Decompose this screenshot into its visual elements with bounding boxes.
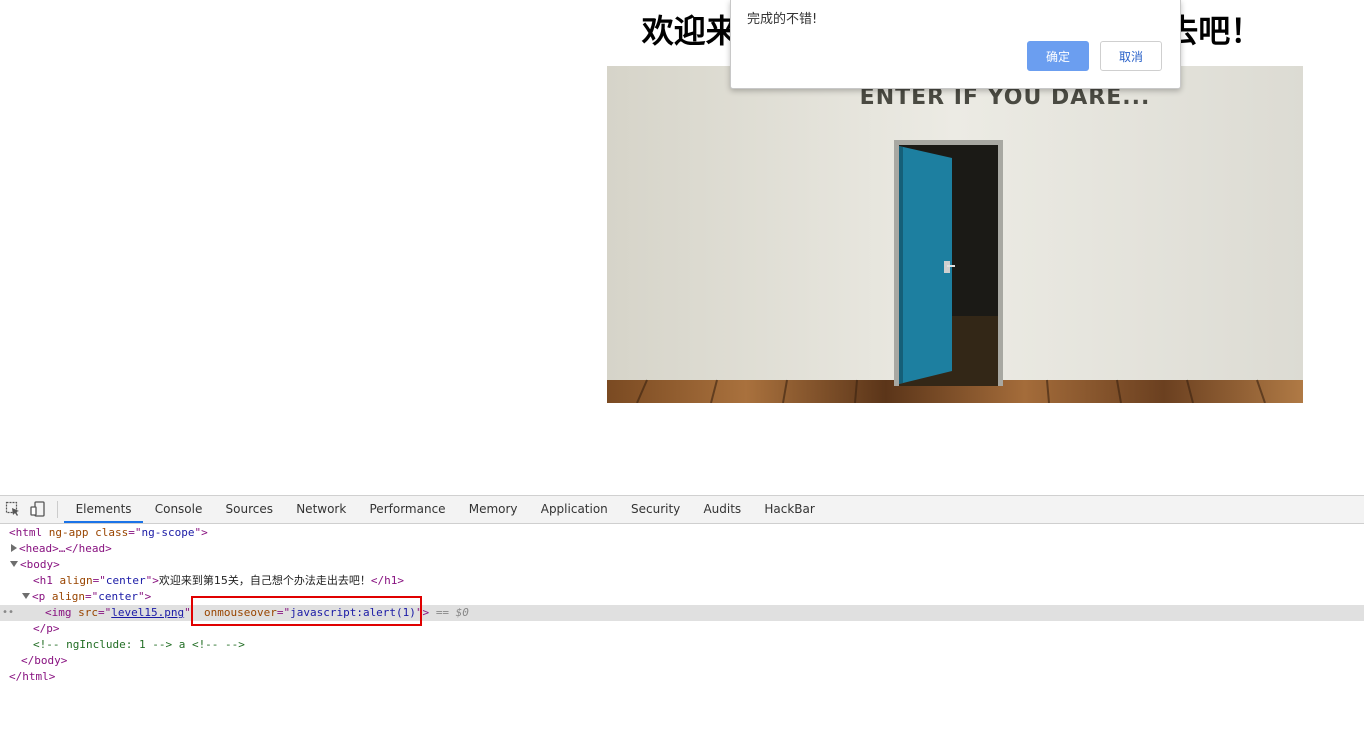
- collapse-arrow-icon[interactable]: [22, 593, 30, 599]
- html-close: </html>: [9, 670, 56, 683]
- ok-button[interactable]: 确定: [1027, 41, 1089, 71]
- p-attr: align: [51, 590, 85, 603]
- tab-performance[interactable]: Performance: [358, 496, 457, 523]
- tab-hackbar[interactable]: HackBar: [753, 496, 827, 523]
- devtools-tabs: Elements Console Sources Network Perform…: [64, 496, 826, 523]
- h1-close: </h1>: [370, 574, 404, 587]
- p-close: </p>: [33, 622, 60, 635]
- tab-console[interactable]: Console: [143, 496, 214, 523]
- tab-audits[interactable]: Audits: [692, 496, 753, 523]
- html-tag: html: [15, 526, 43, 539]
- dom-line-body-close[interactable]: </body>: [0, 653, 1364, 669]
- tab-application[interactable]: Application: [529, 496, 619, 523]
- html-class-value: ng-scope: [141, 526, 195, 539]
- device-toolbar-icon[interactable]: [30, 501, 46, 517]
- more-options-icon[interactable]: ••: [2, 605, 14, 621]
- toolbar-divider: [57, 501, 58, 518]
- level-image[interactable]: ENTER IF YOU DARE...: [607, 66, 1303, 403]
- html-class-attr: class: [95, 526, 129, 539]
- tab-security[interactable]: Security: [619, 496, 691, 523]
- dom-line-comment[interactable]: <!-- ngInclude: 1 --> a <!-- -->: [0, 637, 1364, 653]
- ng-include-comment: <!-- ngInclude: 1 --> a <!-- -->: [33, 638, 245, 651]
- collapse-arrow-icon[interactable]: [10, 561, 18, 567]
- body-node: <body>: [20, 558, 60, 571]
- door-scene-illustration: ENTER IF YOU DARE...: [607, 66, 1303, 403]
- body-close: </body>: [21, 654, 68, 667]
- h1-attr: align: [59, 574, 93, 587]
- img-src-link[interactable]: level15.png: [111, 606, 184, 619]
- tab-elements[interactable]: Elements: [64, 496, 144, 523]
- alert-message: 完成的不错!: [747, 12, 818, 27]
- cancel-button[interactable]: 取消: [1100, 41, 1162, 71]
- dom-line-body[interactable]: <body>: [0, 557, 1364, 573]
- tab-sources[interactable]: Sources: [214, 496, 285, 523]
- tab-memory[interactable]: Memory: [457, 496, 529, 523]
- devtools-toolbar: Elements Console Sources Network Perform…: [0, 496, 1364, 524]
- highlight-annotation: [191, 596, 422, 626]
- tab-network[interactable]: Network: [285, 496, 358, 523]
- selected-marker: == $0: [435, 606, 469, 619]
- head-node: <head>…</head>: [19, 542, 112, 555]
- dom-line-html-close[interactable]: </html>: [0, 669, 1364, 685]
- expand-arrow-icon[interactable]: [11, 544, 17, 552]
- dom-line-html[interactable]: <html ng-app class="ng-scope">: [0, 525, 1364, 541]
- h1-text: 欢迎来到第15关，自己想个办法走出去吧！: [158, 574, 371, 587]
- dom-line-head[interactable]: <head>…</head>: [0, 541, 1364, 557]
- html-attr: ng-app: [48, 526, 89, 539]
- dom-line-h1[interactable]: <h1 align="center">欢迎来到第15关，自己想个办法走出去吧！<…: [0, 573, 1364, 589]
- img-src-attr: src: [78, 606, 98, 619]
- p-attr-value: center: [98, 590, 138, 603]
- inspect-element-icon[interactable]: [5, 501, 21, 517]
- h1-attr-value: center: [105, 574, 146, 587]
- alert-dialog: 完成的不错! 确定 取消: [730, 0, 1181, 89]
